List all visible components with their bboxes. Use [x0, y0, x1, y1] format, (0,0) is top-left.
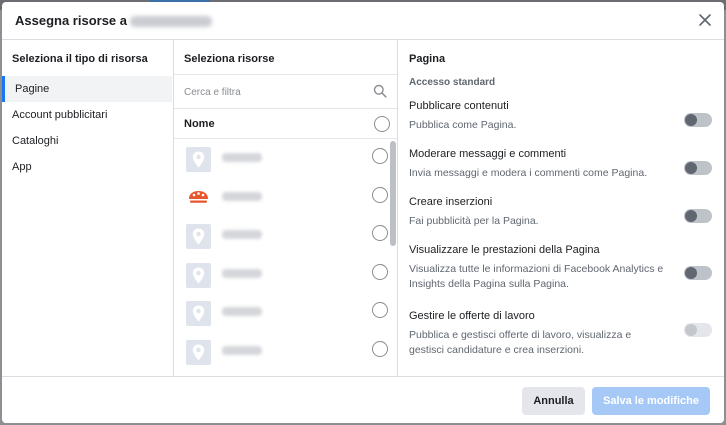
permission-item: Creare inserzioni Fai pubblicità per la P… — [398, 189, 724, 237]
brand-logo-icon — [189, 190, 208, 203]
permission-title: Creare inserzioni — [409, 196, 493, 208]
blurred-resource-name — [222, 268, 262, 278]
blurred-resource-name — [222, 345, 262, 355]
dialog-title: Assegna risorse a — [15, 13, 213, 28]
resource-thumbnail — [186, 262, 211, 288]
cancel-button[interactable]: Annulla — [522, 387, 585, 415]
location-pin-icon — [192, 228, 205, 245]
resource-radio[interactable] — [372, 340, 388, 357]
dialog-title-text: Assegna risorse a — [15, 13, 128, 28]
blurred-resource-name — [222, 153, 262, 162]
permissions-heading: Pagina — [409, 53, 446, 65]
permission-item: Pubblicare contenuti Pubblica come Pagina… — [398, 93, 724, 141]
resource-type-item[interactable]: App — [2, 154, 173, 180]
location-pin-icon — [192, 305, 205, 322]
permission-item: Visualizzare le prestazioni della Pagina… — [398, 237, 724, 303]
permission-title: Moderare messaggi e commenti — [409, 148, 567, 160]
permission-description: Pubblica come Pagina. — [409, 119, 517, 131]
permission-title: Pubblicare contenuti — [409, 100, 509, 112]
blurred-resource-name — [222, 307, 262, 316]
resource-radio[interactable] — [372, 186, 388, 203]
resource-thumbnail — [186, 339, 211, 365]
resource-type-item[interactable]: Pagine — [2, 76, 172, 102]
resource-row[interactable] — [174, 178, 397, 217]
blurred-resource-name — [222, 191, 262, 201]
resource-row[interactable] — [174, 332, 397, 371]
resource-thumbnail — [186, 147, 211, 172]
resource-row[interactable] — [174, 216, 397, 255]
permission-description: Invia messaggi e modera i commenti come … — [409, 167, 648, 179]
resource-row[interactable] — [174, 293, 397, 332]
resource-list-scrollbar[interactable] — [390, 141, 396, 246]
resource-radio[interactable] — [372, 148, 388, 164]
permission-toggle[interactable] — [684, 161, 712, 175]
close-icon — [699, 14, 711, 26]
resource-thumbnail — [186, 301, 211, 326]
permission-item: Moderare messaggi e commenti Invia messag… — [398, 141, 724, 189]
permission-description: Pubblica e gestisci offerte di lavoro, v… — [409, 329, 632, 356]
location-pin-icon — [192, 151, 205, 168]
search-input[interactable] — [184, 84, 364, 100]
select-all-radio[interactable] — [374, 116, 390, 132]
close-button[interactable] — [697, 12, 713, 28]
resource-select-column: Seleziona risorse Nome — [174, 40, 398, 376]
resource-type-column: Seleziona il tipo di risorsa Pagine Accou… — [2, 40, 174, 376]
resource-type-heading: Seleziona il tipo di risorsa — [12, 53, 148, 65]
name-column-label: Nome — [184, 118, 215, 130]
resource-select-heading: Seleziona risorse — [174, 40, 397, 75]
search-icon[interactable] — [373, 84, 387, 98]
permission-toggle — [684, 323, 712, 337]
permissions-section-title: Accesso standard — [409, 77, 496, 88]
resource-row[interactable] — [174, 255, 397, 294]
permissions-list: Pubblicare contenuti Pubblica come Pagina… — [398, 93, 724, 356]
resource-type-item[interactable]: Account pubblicitari — [2, 102, 173, 128]
permission-description: Fai pubblicità per la Pagina. — [409, 215, 539, 227]
dialog-header: Assegna risorse a — [2, 2, 724, 40]
resource-radio[interactable] — [372, 225, 388, 241]
save-changes-button[interactable]: Salva le modifiche — [592, 387, 710, 415]
permission-toggle[interactable] — [684, 113, 712, 127]
resource-radio[interactable] — [372, 263, 388, 280]
permissions-column: Pagina Accesso standard Pubblicare conte… — [398, 40, 724, 376]
resource-thumbnail — [186, 188, 211, 208]
permission-title: Visualizzare le prestazioni della Pagina — [409, 244, 600, 256]
resource-type-list: Pagine Account pubblicitari Cataloghi App — [2, 76, 173, 180]
search-row — [174, 75, 397, 109]
permission-item: Gestire le offerte di lavoro Pubblica e g… — [398, 303, 724, 356]
resource-thumbnail — [186, 224, 211, 249]
location-pin-icon — [192, 267, 205, 283]
resource-row[interactable] — [174, 139, 397, 178]
resource-list — [174, 139, 397, 375]
dialog-footer: Annulla Salva le modifiche — [2, 376, 724, 423]
resource-type-item[interactable]: Cataloghi — [2, 128, 173, 154]
permission-title: Gestire le offerte di lavoro — [409, 310, 535, 322]
permission-toggle[interactable] — [684, 209, 712, 223]
select-all-row: Nome — [174, 109, 397, 139]
blurred-resource-name — [222, 230, 262, 239]
blurred-person-name — [130, 16, 213, 28]
location-pin-icon — [192, 344, 205, 360]
assign-resources-dialog: Assegna risorse a Seleziona il tipo di r… — [2, 2, 724, 423]
permission-toggle[interactable] — [684, 266, 712, 280]
resource-radio[interactable] — [372, 302, 388, 318]
permission-description: Visualizza tutte le informazioni di Face… — [409, 263, 664, 290]
